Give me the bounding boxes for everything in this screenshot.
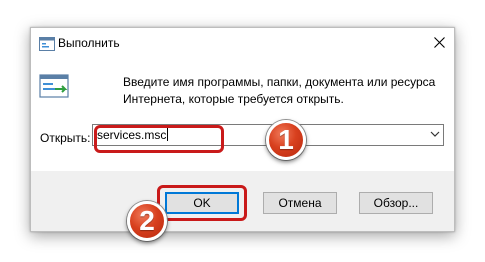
window-title: Выполнить xyxy=(58,36,120,50)
run-app-icon xyxy=(39,37,55,51)
open-label: Открыть: xyxy=(40,131,91,145)
description-line-1: Введите имя программы, папки, документа … xyxy=(123,75,436,89)
step-2-badge: 2 xyxy=(127,201,167,241)
close-button[interactable] xyxy=(424,28,454,56)
dialog-description: Введите имя программы, папки, документа … xyxy=(123,74,443,108)
step-1-badge: 1 xyxy=(266,120,306,160)
run-dialog-window: Выполнить Введите имя программы, папки, … xyxy=(30,27,455,241)
page: Выполнить Введите имя программы, папки, … xyxy=(0,0,485,262)
description-line-2: Интернета, которые требуется открыть. xyxy=(123,92,344,106)
browse-button[interactable]: Обзор... xyxy=(359,192,433,214)
cancel-button[interactable]: Отмена xyxy=(263,192,337,214)
input-highlight-frame xyxy=(94,125,224,153)
chevron-down-icon[interactable] xyxy=(430,130,440,138)
ok-highlight-frame xyxy=(157,185,247,221)
run-icon xyxy=(39,74,69,98)
title-bar: Выполнить xyxy=(31,28,454,58)
close-icon xyxy=(433,36,445,48)
